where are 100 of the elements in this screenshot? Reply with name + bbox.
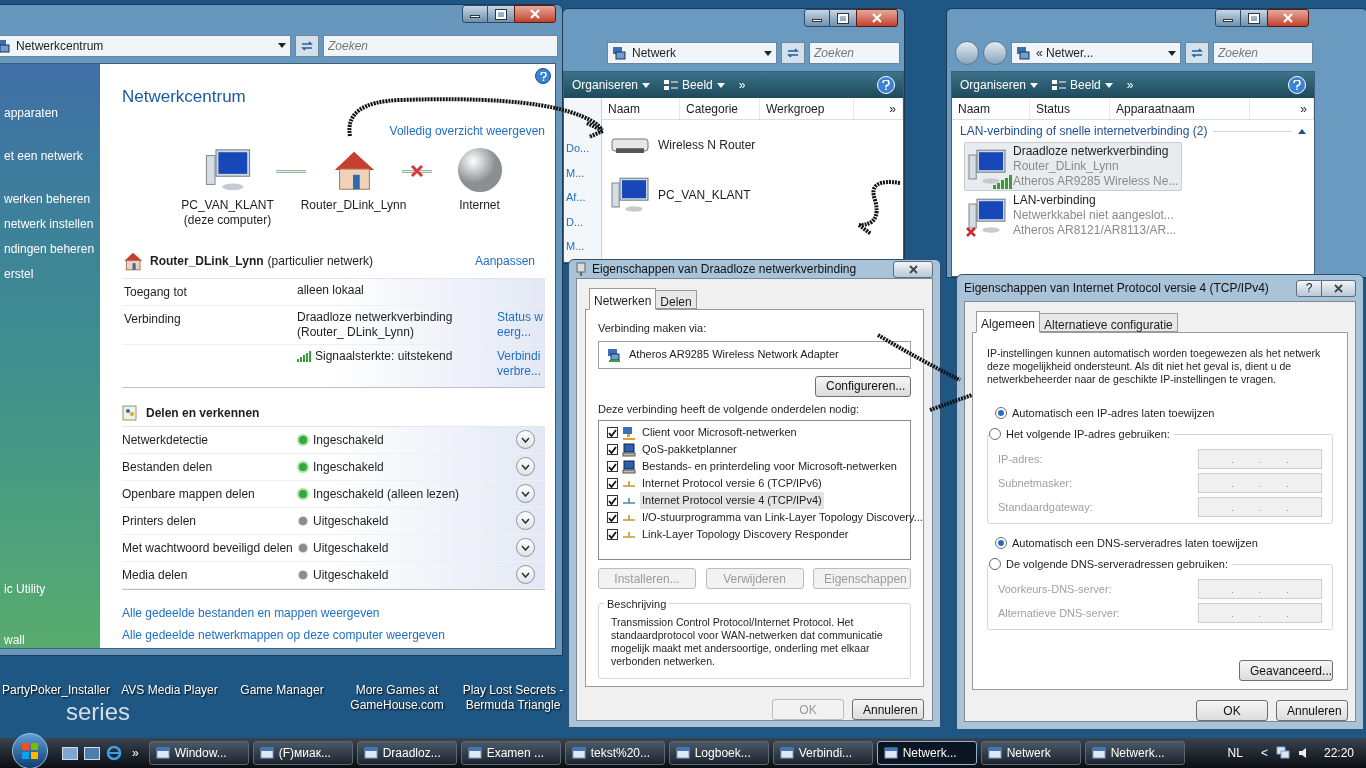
refresh-button[interactable] bbox=[1185, 42, 1209, 64]
nav-link[interactable]: M... bbox=[566, 238, 601, 255]
group-header[interactable]: LAN-verbinding of snelle internetverbinding (2) bbox=[960, 122, 1208, 140]
configure-button[interactable]: Configureren... bbox=[815, 375, 911, 397]
refresh-button[interactable] bbox=[295, 34, 319, 57]
connection-item[interactable]: LAN-verbinding Netwerkkabel niet aangeslot... Atheros AR8121/AR8113/AR... bbox=[964, 191, 1182, 240]
forward-button[interactable] bbox=[983, 41, 1007, 65]
checkbox[interactable] bbox=[607, 478, 618, 489]
nav-link[interactable]: D... bbox=[566, 213, 601, 230]
clock[interactable]: 22:20 bbox=[1323, 744, 1354, 762]
close-button[interactable] bbox=[893, 260, 933, 278]
taskbar-button[interactable]: Netwerk... bbox=[1084, 741, 1185, 765]
taskbar-button[interactable]: (F)миак... bbox=[252, 741, 353, 765]
column-header[interactable]: Naam bbox=[952, 98, 1030, 119]
minimize-button[interactable] bbox=[462, 5, 488, 23]
expand-button[interactable] bbox=[516, 565, 535, 584]
shared-items-link[interactable]: Alle gedeelde bestanden en mappen weergeven bbox=[122, 603, 545, 622]
tab[interactable]: Algemeen bbox=[976, 311, 1041, 333]
sidebar-link[interactable]: werken beheren bbox=[4, 190, 91, 207]
quick-launch-more-button[interactable]: » bbox=[132, 744, 139, 762]
show-desktop-icon[interactable] bbox=[62, 746, 78, 760]
tab[interactable]: Alternatieve configuratie bbox=[1040, 313, 1178, 332]
search-field[interactable]: Zoeken bbox=[1213, 42, 1313, 64]
refresh-button[interactable] bbox=[781, 42, 805, 64]
close-button[interactable] bbox=[1267, 9, 1309, 27]
component-item[interactable]: Client voor Microsoft-netwerken bbox=[640, 424, 799, 441]
radio-button[interactable] bbox=[989, 558, 1001, 570]
view-button[interactable]: Beeld bbox=[1052, 76, 1113, 94]
list-item[interactable]: Wireless N Router bbox=[602, 120, 903, 170]
dialog-button[interactable]: OK bbox=[1196, 700, 1268, 721]
component-item[interactable]: Bestands- en printerdeling voor Microsoft-netwerken bbox=[640, 458, 899, 475]
minimize-button[interactable] bbox=[804, 9, 830, 27]
checkbox[interactable] bbox=[607, 529, 618, 540]
sidebar-link[interactable]: et een netwerk bbox=[4, 147, 83, 164]
column-header[interactable]: Naam bbox=[602, 98, 680, 119]
minimize-button[interactable] bbox=[1215, 9, 1241, 27]
search-field[interactable]: Zoeken bbox=[323, 34, 558, 57]
more-button[interactable]: » bbox=[738, 76, 746, 94]
component-item[interactable]: I/O-stuurprogramma van Link-Layer Topology Discovery... bbox=[640, 509, 925, 526]
window-switcher-icon[interactable] bbox=[84, 746, 100, 760]
maximize-button[interactable] bbox=[488, 5, 514, 23]
column-header[interactable]: Status bbox=[1030, 98, 1110, 119]
start-button[interactable] bbox=[12, 733, 48, 768]
component-item[interactable]: Internet Protocol versie 6 (TCP/IPv6) bbox=[640, 475, 824, 492]
dialog-button[interactable]: Annuleren bbox=[1276, 700, 1348, 721]
nav-link[interactable]: Af... bbox=[566, 189, 601, 206]
address-bar[interactable]: Netwerkcentrum bbox=[0, 34, 291, 57]
help-button[interactable]: ? bbox=[1296, 279, 1322, 297]
checkbox[interactable] bbox=[607, 461, 618, 472]
more-columns-button[interactable]: » bbox=[1250, 98, 1314, 119]
expand-button[interactable] bbox=[516, 484, 535, 503]
view-button[interactable]: Beeld bbox=[664, 76, 725, 94]
address-bar[interactable]: Netwerk bbox=[607, 42, 777, 64]
component-item[interactable]: Link-Layer Topology Discovery Responder bbox=[640, 526, 851, 543]
column-header[interactable]: Apparaatnaam bbox=[1110, 98, 1250, 119]
organize-button[interactable]: Organiseren bbox=[572, 76, 651, 94]
sidebar-link[interactable]: netwerk instellen bbox=[4, 215, 94, 232]
desktop-icon-label[interactable]: Game Manager bbox=[240, 683, 324, 713]
expand-button[interactable] bbox=[516, 538, 535, 557]
sidebar-link[interactable]: erstel bbox=[4, 265, 34, 282]
taskbar-button[interactable]: Netwerk bbox=[980, 741, 1081, 765]
taskbar-button[interactable]: Window... bbox=[148, 741, 249, 765]
close-button[interactable] bbox=[514, 5, 556, 23]
full-map-link[interactable]: Volledig overzicht weergeven bbox=[389, 121, 545, 140]
taskbar-button[interactable]: Draadloz... bbox=[356, 741, 457, 765]
close-button[interactable] bbox=[1322, 279, 1356, 297]
tab[interactable]: Netwerken bbox=[589, 288, 657, 310]
column-header[interactable]: Werkgroep bbox=[760, 98, 854, 119]
dialog-button[interactable]: Annuleren bbox=[852, 699, 924, 720]
advanced-button[interactable]: Geavanceerd... bbox=[1239, 660, 1333, 681]
maximize-button[interactable] bbox=[1241, 9, 1267, 27]
component-item[interactable]: QoS-pakketplanner bbox=[640, 441, 739, 458]
detail-link[interactable]: Status weerg... bbox=[497, 309, 545, 340]
expand-button[interactable] bbox=[516, 511, 535, 530]
address-bar[interactable]: « Netwer... bbox=[1011, 42, 1181, 64]
taskbar-button[interactable]: Examen ... bbox=[460, 741, 561, 765]
more-button[interactable]: » bbox=[1126, 76, 1134, 94]
nav-link[interactable]: M... bbox=[566, 164, 601, 181]
taskbar-button[interactable]: Logboek... bbox=[668, 741, 769, 765]
connection-item[interactable]: Draadloze netwerkverbinding Router_DLink_Lynn Atheros AR9285 Wireless Ne... bbox=[964, 142, 1182, 191]
taskbar-button[interactable]: tekst%20... bbox=[564, 741, 665, 765]
help-icon[interactable] bbox=[1288, 76, 1306, 94]
column-header[interactable]: Categorie bbox=[680, 98, 760, 119]
shared-items-link[interactable]: Alle gedeelde netwerkmappen op deze computer weergeven bbox=[122, 625, 545, 644]
list-item[interactable]: PC_VAN_KLANT bbox=[602, 170, 903, 220]
expand-button[interactable] bbox=[516, 457, 535, 476]
checkbox[interactable] bbox=[607, 495, 618, 506]
desktop-icon-label[interactable]: Play Lost Secrets - Bermuda Triangle bbox=[457, 683, 569, 713]
component-item[interactable]: Internet Protocol versie 4 (TCP/IPv4) bbox=[640, 492, 824, 509]
show-hidden-icons-button[interactable]: < bbox=[1260, 744, 1268, 762]
expand-button[interactable] bbox=[516, 430, 535, 449]
checkbox[interactable] bbox=[607, 427, 618, 438]
nav-link[interactable]: Do... bbox=[566, 140, 601, 157]
language-indicator[interactable]: NL bbox=[1227, 744, 1243, 762]
tab[interactable]: Delen bbox=[656, 290, 697, 309]
desktop-icon-label[interactable]: More Games at GameHouse.com bbox=[337, 683, 457, 713]
back-button[interactable] bbox=[955, 41, 979, 65]
taskbar-button[interactable]: Netwerk... bbox=[876, 741, 977, 765]
help-icon[interactable] bbox=[877, 76, 895, 94]
more-columns-button[interactable]: » bbox=[854, 98, 903, 119]
